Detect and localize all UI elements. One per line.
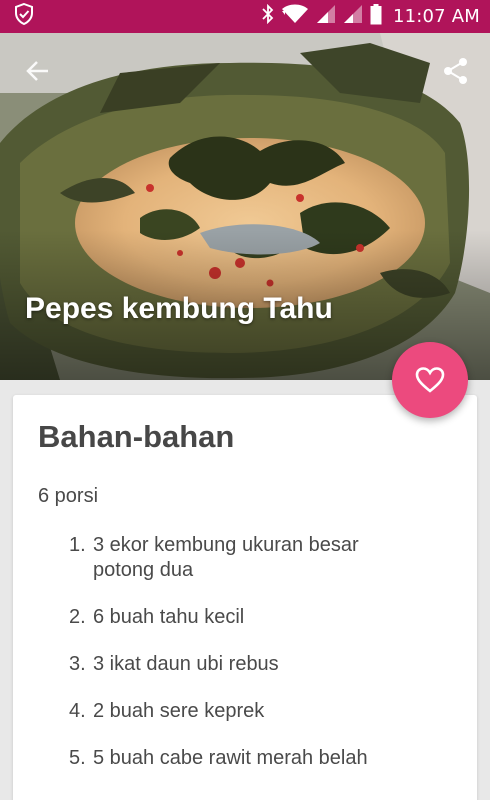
heart-outline-icon bbox=[415, 367, 445, 393]
status-bar: 11:07 AM bbox=[0, 0, 490, 33]
signal-icon bbox=[343, 4, 363, 29]
list-item: 5. 5 buah cabe rawit merah belah bbox=[69, 746, 409, 771]
recipe-screen: 11:07 AM Pepes kembung Tahu Bahan-bahan … bbox=[0, 0, 490, 800]
servings-label: 6 porsi bbox=[38, 485, 99, 507]
status-time: 11:07 AM bbox=[392, 6, 480, 27]
ingredient-text: 3 ekor kembung ukuran besar potong dua bbox=[93, 534, 359, 581]
share-icon bbox=[444, 58, 467, 84]
list-item: 4. 2 buah sere keprek bbox=[69, 699, 409, 724]
ingredient-text: 3 ikat daun ubi rebus bbox=[93, 653, 279, 675]
ingredient-text: 5 buah cabe rawit merah belah bbox=[93, 747, 368, 769]
recipe-hero-image: Pepes kembung Tahu bbox=[0, 33, 490, 380]
list-item: 1. 3 ekor kembung ukuran besar potong du… bbox=[69, 533, 409, 583]
favorite-button[interactable] bbox=[392, 342, 468, 418]
item-number: 5. bbox=[69, 747, 86, 769]
list-item: 2. 6 buah tahu kecil bbox=[69, 605, 409, 630]
item-number: 4. bbox=[69, 700, 86, 722]
ingredient-text: 6 buah tahu kecil bbox=[93, 606, 245, 628]
ingredients-card: Bahan-bahan 6 porsi 1. 3 ekor kembung uk… bbox=[13, 395, 477, 800]
share-button[interactable] bbox=[440, 55, 472, 87]
battery-icon bbox=[370, 3, 382, 30]
ingredient-text: 2 buah sere keprek bbox=[93, 700, 265, 722]
recipe-title: Pepes kembung Tahu bbox=[25, 292, 333, 325]
item-number: 1. bbox=[69, 534, 86, 556]
section-title: Bahan-bahan bbox=[38, 419, 235, 454]
back-button[interactable] bbox=[22, 55, 54, 87]
ingredient-list: 1. 3 ekor kembung ukuran besar potong du… bbox=[69, 533, 409, 793]
list-item: 3. 3 ikat daun ubi rebus bbox=[69, 652, 409, 677]
wifi-icon bbox=[281, 4, 309, 29]
item-number: 2. bbox=[69, 606, 86, 628]
signal-icon bbox=[316, 4, 336, 29]
arrow-left-icon bbox=[26, 61, 48, 81]
shield-check-icon bbox=[14, 2, 34, 30]
bluetooth-icon bbox=[262, 3, 274, 29]
item-number: 3. bbox=[69, 653, 86, 675]
